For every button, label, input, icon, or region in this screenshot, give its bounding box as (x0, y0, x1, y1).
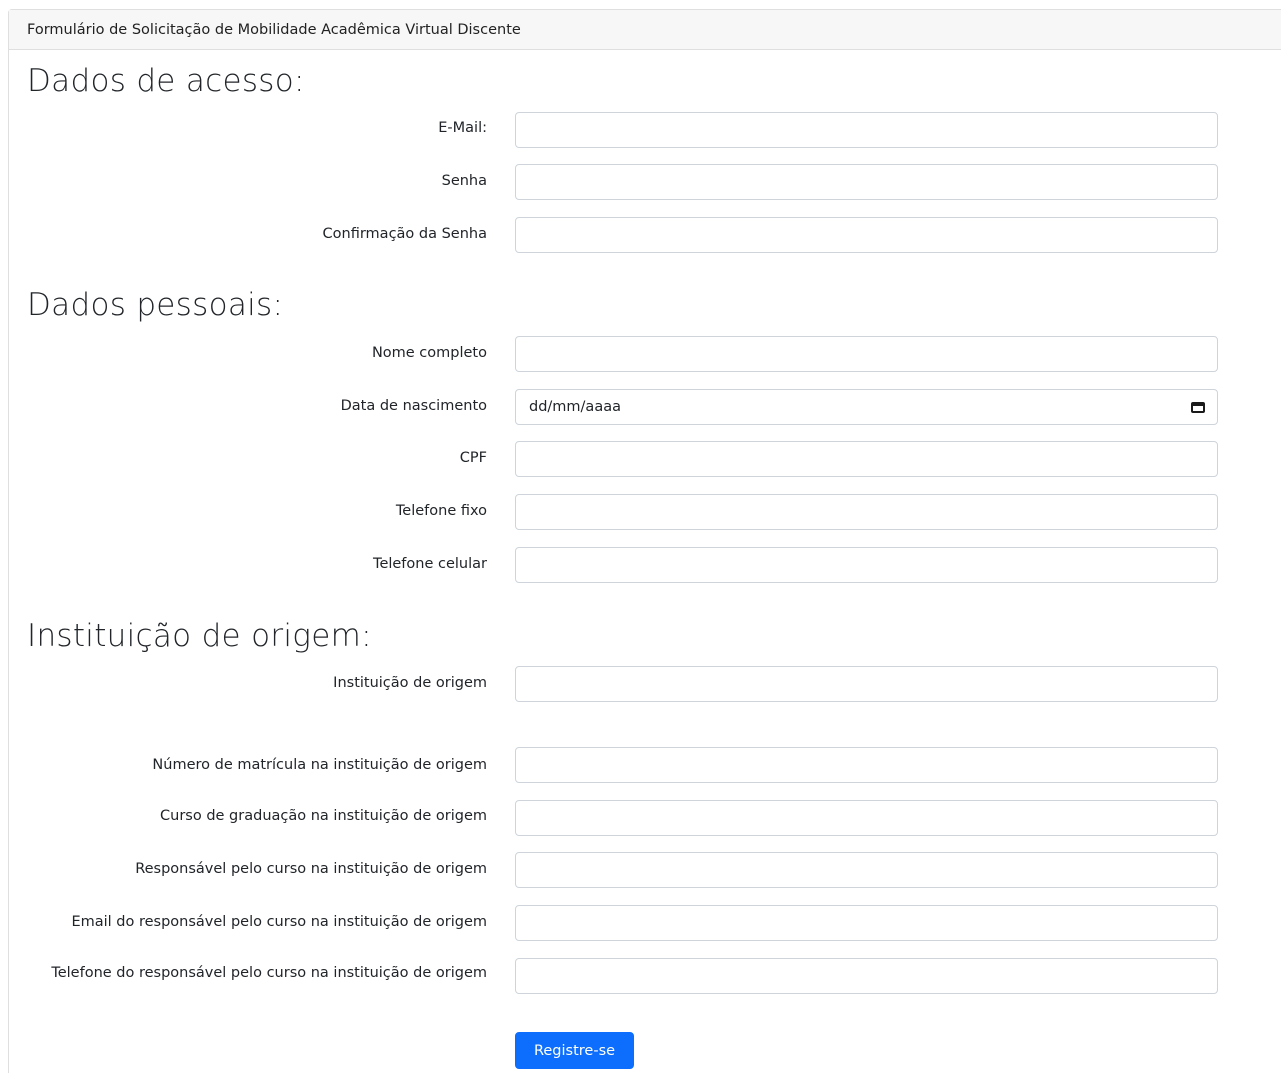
numero-matricula-label: Número de matrícula na instituição de or… (152, 757, 487, 773)
data-nascimento-value: dd/mm/aaaa (529, 399, 621, 415)
curso-graduacao-field[interactable] (515, 800, 1218, 836)
telefone-responsavel-field[interactable] (515, 958, 1218, 994)
telefone-fixo-field[interactable] (515, 494, 1218, 530)
email-field[interactable] (515, 112, 1218, 148)
senha-field[interactable] (515, 164, 1218, 200)
cpf-label: CPF (459, 450, 487, 466)
data-nascimento-field[interactable]: dd/mm/aaaa (515, 389, 1218, 425)
numero-matricula-field[interactable] (515, 747, 1218, 783)
section-title-personal: Dados pessoais: (27, 287, 284, 323)
data-nascimento-label: Data de nascimento (340, 398, 487, 414)
telefone-fixo-label: Telefone fixo (395, 503, 487, 519)
email-responsavel-field[interactable] (515, 905, 1218, 941)
instituicao-origem-label: Instituição de origem (333, 675, 487, 691)
email-label: E-Mail: (438, 120, 487, 136)
telefone-celular-field[interactable] (515, 547, 1218, 583)
nome-completo-label: Nome completo (371, 345, 487, 361)
responsavel-curso-field[interactable] (515, 852, 1218, 888)
instituicao-origem-field[interactable] (515, 666, 1218, 702)
calendar-icon[interactable] (1191, 401, 1205, 413)
email-responsavel-label: Email do responsável pelo curso na insti… (71, 914, 487, 930)
telefone-celular-label: Telefone celular (373, 556, 487, 572)
register-button[interactable]: Registre-se (515, 1032, 634, 1069)
cpf-field[interactable] (515, 441, 1218, 477)
nome-completo-field[interactable] (515, 336, 1218, 372)
section-title-institution: Instituição de origem: (27, 618, 372, 654)
responsavel-curso-label: Responsável pelo curso na instituição de… (135, 861, 487, 877)
section-title-access: Dados de acesso: (27, 63, 305, 99)
curso-graduacao-label: Curso de graduação na instituição de ori… (160, 808, 487, 824)
senha-label: Senha (441, 173, 487, 189)
confirmacao-senha-field[interactable] (515, 217, 1218, 253)
form-header: Formulário de Solicitação de Mobilidade … (9, 10, 1281, 50)
telefone-responsavel-label: Telefone do responsável pelo curso na in… (51, 965, 487, 981)
confirmacao-senha-label: Confirmação da Senha (322, 226, 487, 242)
